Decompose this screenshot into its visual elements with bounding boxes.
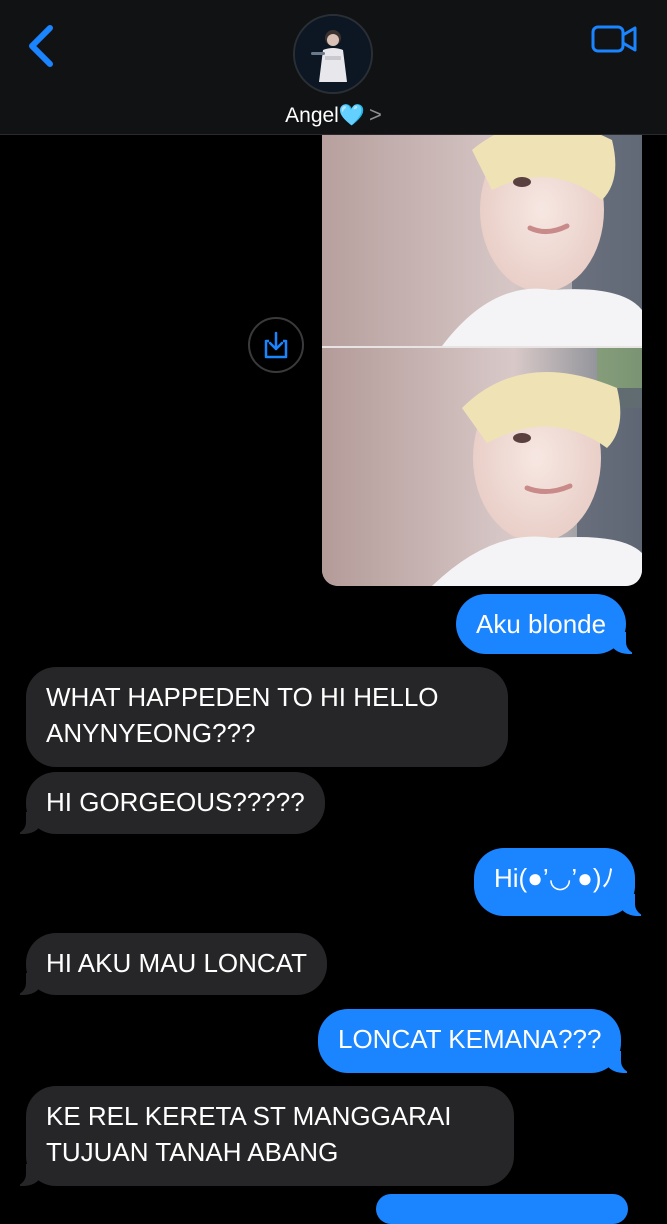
selfie-image-2 <box>322 348 642 586</box>
avatar-photo <box>295 16 371 92</box>
chevron-left-icon <box>29 25 53 67</box>
message-text: KE REL KERETA ST MANGGARAI TUJUAN TANAH … <box>46 1101 452 1167</box>
contact-name-row[interactable]: Angel🩵 > <box>0 102 667 128</box>
avatar[interactable] <box>293 14 373 94</box>
contact-name: Angel🩵 <box>285 104 365 127</box>
chevron-right-icon: > <box>369 102 382 127</box>
message-text: HI GORGEOUS????? <box>46 787 305 817</box>
message-outgoing[interactable]: Aku blonde <box>456 594 639 654</box>
photo-attachment[interactable] <box>322 110 642 586</box>
message-text: Hi(●’◡’●)ﾉ <box>494 863 615 893</box>
message-text: Aku blonde <box>476 609 607 639</box>
message-outgoing-partial[interactable] <box>376 1194 628 1224</box>
message-incoming[interactable]: HI AKU MAU LONCAT <box>13 933 328 995</box>
message-incoming[interactable]: WHAT HAPPEDEN TO HI HELLO ANYNYEONG??? <box>26 667 508 767</box>
message-text: WHAT HAPPEDEN TO HI HELLO ANYNYEONG??? <box>46 682 439 748</box>
back-button[interactable] <box>24 24 60 68</box>
save-photo-button[interactable] <box>248 317 304 373</box>
share-download-icon <box>264 331 288 359</box>
message-text: HI AKU MAU LONCAT <box>46 948 308 978</box>
message-outgoing[interactable]: Hi(●’◡’●)ﾉ <box>474 848 647 916</box>
message-incoming[interactable]: HI GORGEOUS????? <box>14 772 325 834</box>
selfie-image-1 <box>322 110 642 346</box>
video-call-button[interactable] <box>590 22 640 56</box>
video-camera-icon <box>591 25 637 53</box>
conversation-header: Angel🩵 > <box>0 0 667 135</box>
message-outgoing[interactable]: LONCAT KEMANA??? <box>318 1009 634 1073</box>
message-incoming[interactable]: KE REL KERETA ST MANGGARAI TUJUAN TANAH … <box>14 1086 514 1186</box>
message-text: LONCAT KEMANA??? <box>338 1024 602 1054</box>
